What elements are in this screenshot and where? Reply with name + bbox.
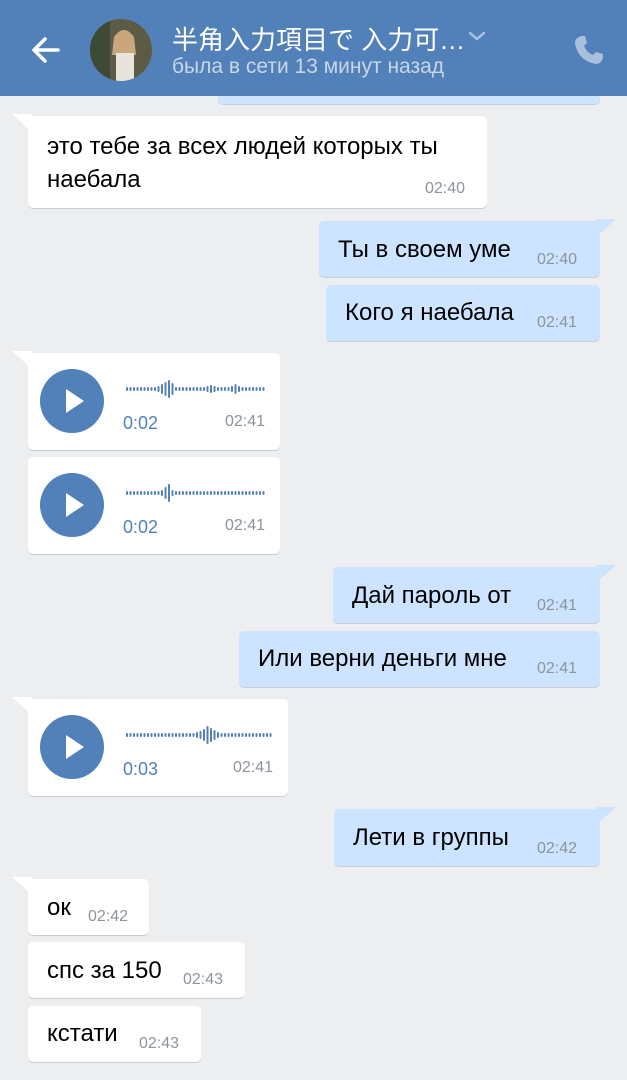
message-text: Или верни деньги мне [258, 645, 507, 672]
avatar[interactable] [90, 19, 152, 81]
message-outgoing[interactable]: Дай пароль от 02:41 [333, 567, 600, 623]
play-icon[interactable] [40, 473, 104, 537]
voice-duration: 0:02 [123, 413, 159, 433]
message-time: 02:40 [537, 251, 578, 268]
message-text: кстати [47, 1020, 118, 1047]
audio-waveform[interactable] [124, 379, 266, 399]
message-time: 02:41 [537, 660, 578, 677]
message-incoming[interactable]: кстати 02:43 [28, 1006, 201, 1062]
message-time: 02:41 [233, 759, 274, 776]
voice-duration: 0:02 [123, 517, 159, 537]
message-incoming[interactable]: это тебе за всех людей которых ты наебал… [28, 116, 487, 208]
message-outgoing[interactable]: Лети в группы 02:42 [334, 809, 600, 866]
phone-icon[interactable] [572, 33, 606, 67]
chat-title[interactable]: 半角入力項目で 入力可… [172, 20, 465, 57]
message-time: 02:41 [225, 413, 266, 430]
play-icon[interactable] [40, 369, 104, 433]
audio-waveform[interactable] [124, 483, 266, 503]
voice-message[interactable]: 0:02 02:41 [28, 353, 280, 450]
chat-header: 半角入力項目で 入力可… была в сети 13 минут назад [0, 0, 627, 96]
message-outgoing[interactable]: Кого я наебала 02:41 [326, 285, 600, 341]
message-outgoing[interactable]: Или верни деньги мне 02:41 [239, 631, 600, 687]
message-text: наебала [47, 166, 141, 193]
message-text: Лети в группы [353, 824, 509, 851]
message-outgoing[interactable]: Ты в своем уме 02:40 [319, 221, 600, 277]
message-text: Дай пароль от [352, 582, 512, 609]
message-text: ок [47, 894, 71, 921]
message-time: 02:43 [139, 1035, 180, 1052]
message-incoming[interactable]: ок 02:42 [28, 879, 149, 935]
chevron-down-icon[interactable] [466, 28, 488, 44]
message-time: 02:43 [183, 971, 224, 988]
message-text: Кого я наебала [345, 299, 514, 326]
back-arrow-icon[interactable] [26, 30, 66, 70]
message-text: Ты в своем уме [338, 236, 511, 263]
message-time: 02:41 [537, 314, 578, 331]
message-time: 02:41 [225, 517, 266, 534]
voice-message[interactable]: 0:03 02:41 [28, 699, 288, 796]
message-time: 02:42 [88, 908, 129, 925]
message-time: 02:42 [537, 840, 578, 857]
message-text: спс за 150 [47, 957, 162, 984]
last-seen-status: была в сети 13 минут назад [172, 55, 445, 78]
play-icon[interactable] [40, 715, 104, 779]
message-time: 02:40 [425, 180, 466, 197]
message-text: это тебе за всех людей которых ты [47, 133, 438, 160]
message-incoming[interactable]: спс за 150 02:43 [28, 942, 245, 998]
audio-waveform[interactable] [124, 725, 276, 745]
message-time: 02:41 [537, 597, 578, 614]
voice-message[interactable]: 0:02 02:41 [28, 457, 280, 554]
voice-duration: 0:03 [123, 759, 159, 779]
